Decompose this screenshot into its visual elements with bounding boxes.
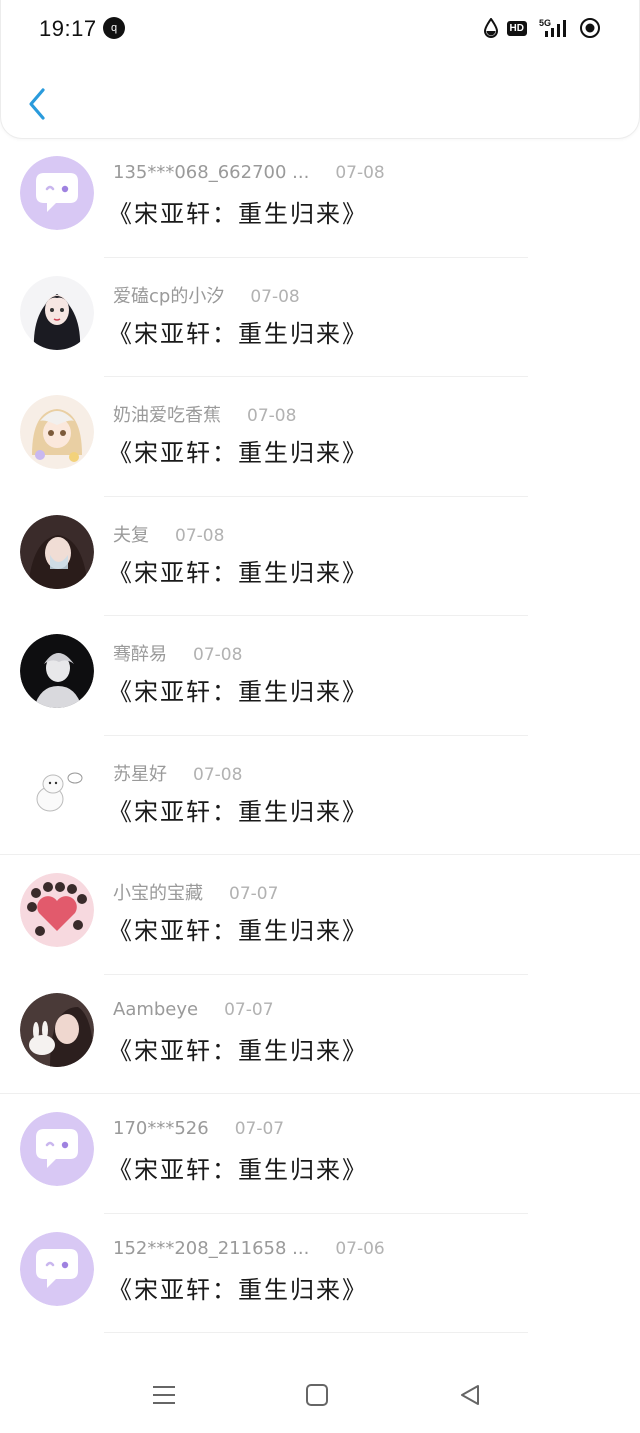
item-meta: 爱磕cp的小汐 07-08 (113, 282, 300, 308)
photo-rabbit-avatar[interactable] (20, 992, 94, 1067)
item-meta: 135***068_662700 ... 07-08 (113, 162, 385, 183)
update-list: 135***068_662700 ... 07-08 《宋亚轩：重生归来》 爱磕cp的… (0, 138, 640, 1333)
item-title[interactable]: 《宋亚轩：重生归来》 (108, 314, 368, 349)
item-date: 07-08 (247, 406, 297, 426)
status-bar: 19:17 q HD 5G (1, 0, 640, 58)
item-meta: 152***208_211658 ... 07-06 (113, 1238, 385, 1259)
list-item[interactable]: 骞醉易 07-08 《宋亚轩：重生归来》 (0, 616, 640, 736)
girl-illustration-avatar[interactable] (20, 275, 94, 350)
item-date: 07-08 (193, 764, 243, 785)
photo-girl-avatar[interactable] (20, 514, 94, 589)
back-triangle-icon (461, 1385, 479, 1405)
item-title[interactable]: 《宋亚轩：重生归来》 (108, 911, 368, 946)
item-title[interactable]: 《宋亚轩：重生归来》 (108, 1031, 368, 1066)
item-date: 07-06 (335, 1238, 385, 1259)
default-chat-avatar[interactable] (20, 1112, 94, 1186)
item-meta: 骞醉易 07-08 (113, 640, 242, 666)
item-title[interactable]: 《宋亚轩：重生归来》 (108, 553, 368, 588)
menu-icon (153, 1386, 175, 1404)
list-item[interactable]: 夫复 07-08 《宋亚轩：重生归来》 (0, 497, 640, 616)
item-title[interactable]: 《宋亚轩：重生归来》 (108, 194, 368, 229)
username[interactable]: 骞醉易 (113, 640, 167, 666)
item-meta: 170***526 07-07 (113, 1118, 284, 1139)
default-chat-avatar[interactable] (20, 1231, 94, 1306)
status-time: 19:17 (39, 16, 97, 41)
item-date: 07-08 (335, 163, 385, 183)
hd-icon: HD (506, 20, 527, 36)
system-back-button[interactable] (455, 1380, 485, 1410)
divider (104, 1332, 528, 1333)
item-title[interactable]: 《宋亚轩：重生归来》 (108, 672, 368, 707)
item-meta: 小宝的宝藏 07-07 (113, 879, 278, 905)
item-date: 07-07 (224, 999, 274, 1020)
list-item[interactable]: 爱磕cp的小汐 07-08 《宋亚轩：重生归来》 (0, 258, 640, 377)
screen: 19:17 q HD 5G 135***068_662700 ... 07-08… (0, 0, 640, 1433)
water-drop-icon (483, 18, 498, 38)
cartoon-heart-avatar[interactable] (20, 873, 94, 947)
list-item[interactable]: 135***068_662700 ... 07-08 《宋亚轩：重生归来》 (0, 138, 640, 258)
username[interactable]: 夫复 (113, 521, 149, 547)
list-item[interactable]: 170***526 07-07 《宋亚轩：重生归来》 (0, 1094, 640, 1214)
username[interactable]: 小宝的宝藏 (113, 879, 203, 905)
anime-girl-avatar[interactable] (20, 395, 94, 469)
item-title[interactable]: 《宋亚轩：重生归来》 (108, 433, 368, 468)
notification-badge-icon: q (103, 17, 125, 39)
header-card: 19:17 q HD 5G (0, 0, 640, 139)
item-date: 07-08 (250, 286, 300, 307)
record-icon (580, 18, 600, 38)
default-chat-avatar[interactable] (20, 156, 94, 230)
item-meta: 奶油爱吃香蕉 07-08 (113, 401, 296, 427)
item-meta: 夫复 07-08 (113, 521, 224, 547)
item-date: 07-08 (175, 525, 225, 546)
anime-boy-avatar[interactable] (20, 634, 94, 708)
list-item[interactable]: 152***208_211658 ... 07-06 《宋亚轩：重生归来》 (0, 1214, 640, 1333)
home-square-icon (306, 1384, 328, 1406)
item-date: 07-07 (234, 1119, 285, 1139)
chevron-left-icon (29, 88, 45, 120)
list-item[interactable]: 苏星好 07-08 《宋亚轩：重生归来》 (0, 736, 640, 855)
username[interactable]: 135***068_662700 ... (113, 162, 309, 183)
list-item[interactable]: 奶油爱吃香蕉 07-08 《宋亚轩：重生归来》 (0, 377, 640, 497)
item-date: 07-08 (193, 645, 243, 665)
item-title[interactable]: 《宋亚轩：重生归来》 (108, 1150, 368, 1185)
signal-5g-icon: 5G (539, 18, 566, 37)
svg-text:5G: 5G (539, 18, 551, 28)
username[interactable]: 170***526 (113, 1118, 209, 1139)
home-button[interactable] (302, 1380, 332, 1410)
item-meta: Aambeye 07-07 (113, 999, 274, 1020)
menu-button[interactable] (149, 1380, 179, 1410)
status-icons: HD 5G (483, 14, 601, 42)
item-title[interactable]: 《宋亚轩：重生归来》 (108, 792, 368, 827)
list-item[interactable]: 小宝的宝藏 07-07 《宋亚轩：重生归来》 (0, 855, 640, 975)
item-meta: 苏星好 07-08 (113, 760, 242, 786)
system-nav-bar (0, 1350, 640, 1433)
username[interactable]: 奶油爱吃香蕉 (113, 401, 221, 427)
username[interactable]: 苏星好 (113, 760, 167, 786)
back-button[interactable] (19, 84, 55, 124)
username[interactable]: 152***208_211658 ... (113, 1238, 309, 1259)
white-dog-avatar[interactable] (20, 753, 94, 828)
username[interactable]: Aambeye (113, 999, 198, 1020)
item-date: 07-07 (229, 884, 279, 904)
item-title[interactable]: 《宋亚轩：重生归来》 (108, 1270, 368, 1305)
list-item[interactable]: Aambeye 07-07 《宋亚轩：重生归来》 (0, 975, 640, 1094)
username[interactable]: 爱磕cp的小汐 (113, 282, 224, 308)
